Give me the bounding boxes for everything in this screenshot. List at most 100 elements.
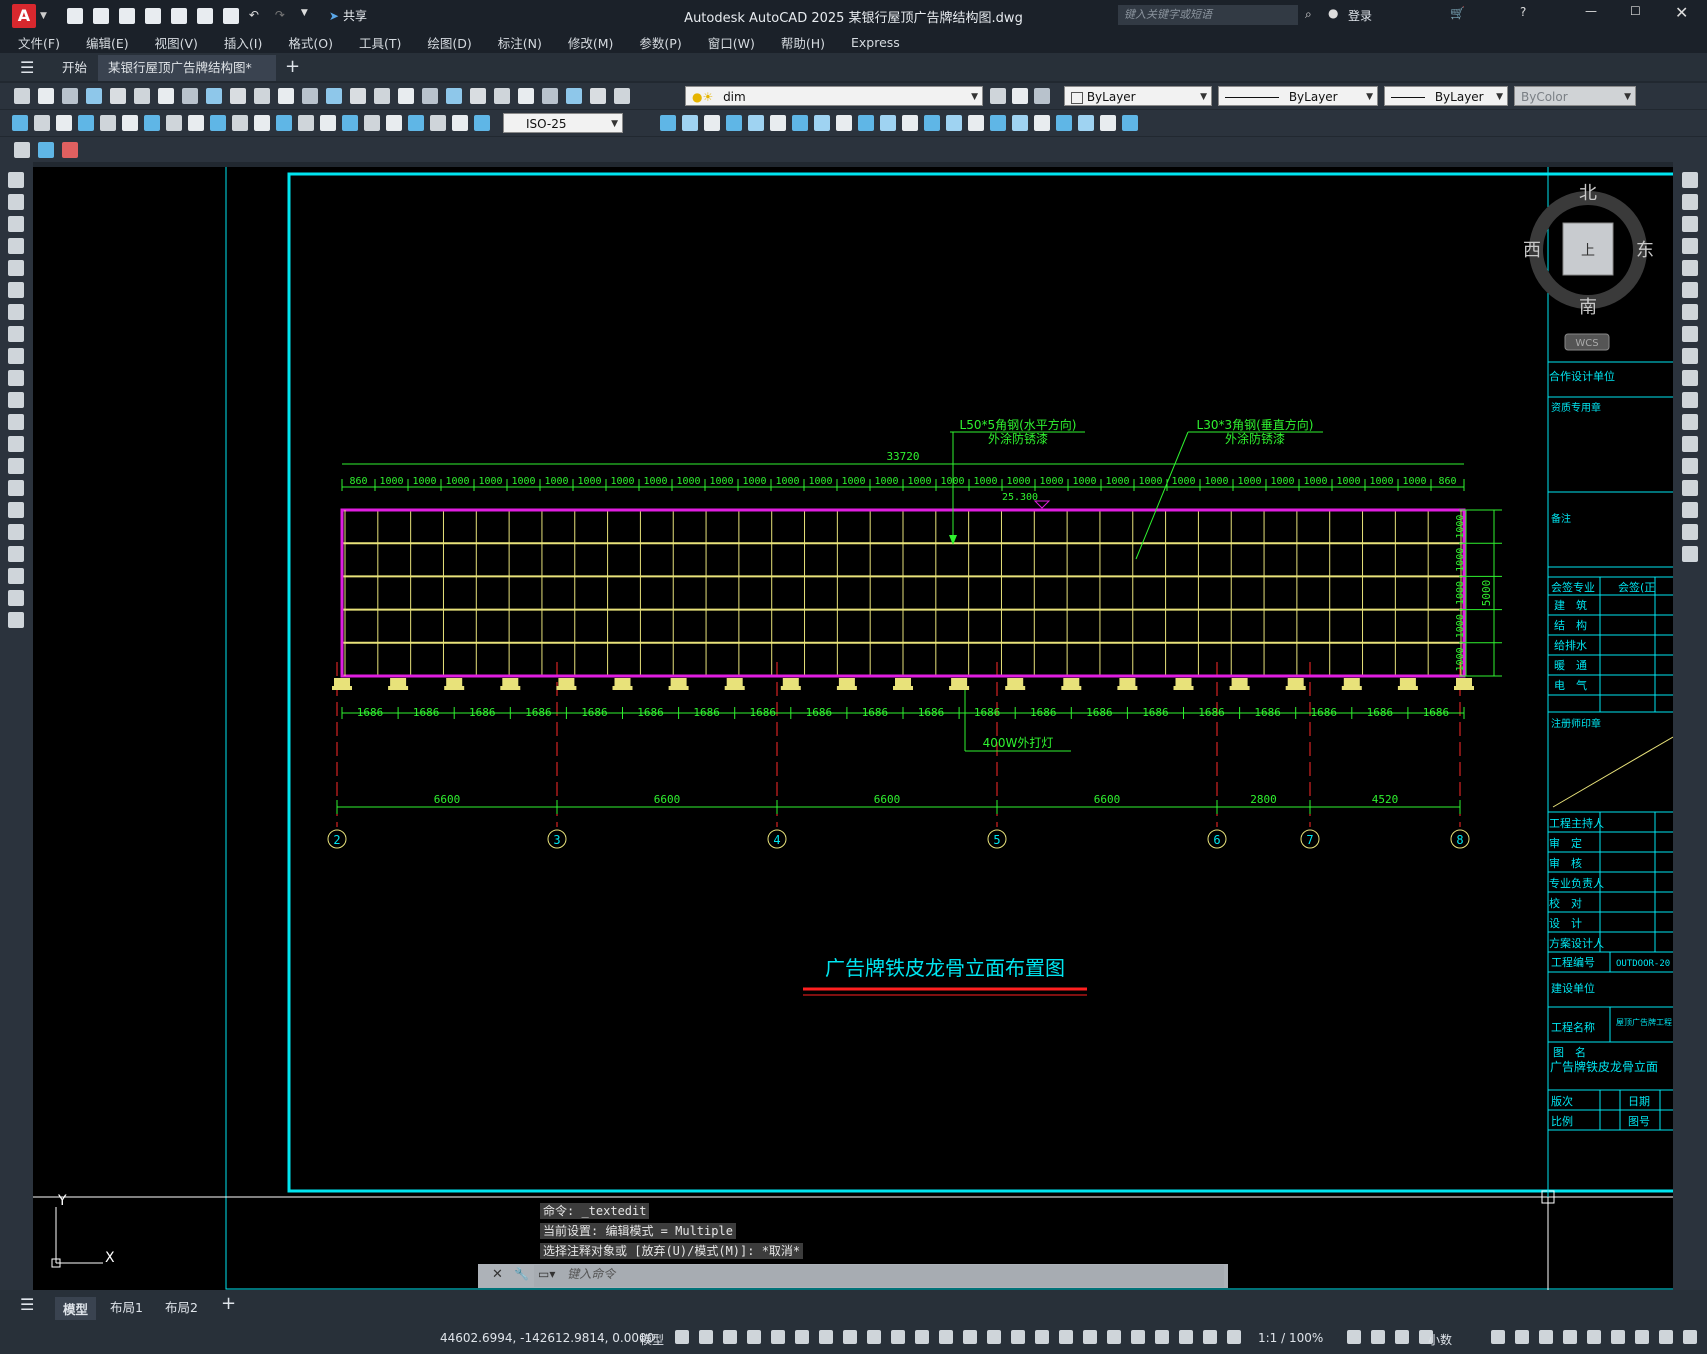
- customize-icon[interactable]: ▼: [301, 8, 317, 24]
- draw-tool-icon[interactable]: [8, 524, 24, 540]
- open-icon[interactable]: [92, 7, 109, 24]
- tool-icon[interactable]: [276, 115, 292, 131]
- tool-icon[interactable]: [430, 115, 446, 131]
- make-block-icon[interactable]: [38, 142, 54, 158]
- status-toggle-icon[interactable]: [1131, 1330, 1145, 1344]
- tool-icon[interactable]: [374, 88, 390, 104]
- draw-tool-icon[interactable]: [8, 458, 24, 474]
- draw-tool-icon[interactable]: [8, 172, 24, 188]
- tool-icon[interactable]: [166, 115, 182, 131]
- tool-icon[interactable]: [364, 115, 380, 131]
- modify-tool-icon[interactable]: [1682, 546, 1698, 562]
- status-toggle-icon[interactable]: [747, 1330, 761, 1344]
- open-web-icon[interactable]: [170, 7, 187, 24]
- status-toggle-icon[interactable]: [1011, 1330, 1025, 1344]
- status-toggle-icon[interactable]: [1659, 1330, 1673, 1344]
- new-layout-icon[interactable]: +: [221, 1293, 236, 1314]
- insert-block-icon[interactable]: [62, 142, 78, 158]
- viewcube[interactable]: 上 北 南 东 西 WCS: [1523, 183, 1654, 351]
- tool-icon[interactable]: [408, 115, 424, 131]
- menu-item-4[interactable]: 格式(O): [288, 33, 333, 52]
- tab-document[interactable]: 某银行屋顶广告牌结构图* ✕: [98, 55, 276, 101]
- tool-icon[interactable]: [86, 88, 102, 104]
- draw-tool-icon[interactable]: [8, 590, 24, 606]
- tool-icon[interactable]: [14, 88, 30, 104]
- status-toggle-icon[interactable]: [843, 1330, 857, 1344]
- modify-tool-icon[interactable]: [1682, 458, 1698, 474]
- status-toggle-icon[interactable]: [723, 1330, 737, 1344]
- cart-icon[interactable]: 🛒: [1450, 6, 1465, 20]
- tool-icon[interactable]: [62, 88, 78, 104]
- layer-combo[interactable]: ●☀ dim ▼: [685, 86, 983, 106]
- status-toggle-icon[interactable]: [1059, 1330, 1073, 1344]
- draw-tool-icon[interactable]: [8, 436, 24, 452]
- tab-layout2[interactable]: 布局2: [165, 1297, 198, 1316]
- tool-icon[interactable]: [1078, 115, 1094, 131]
- tool-icon[interactable]: [230, 88, 246, 104]
- tool-icon[interactable]: [122, 115, 138, 131]
- status-toggle-icon[interactable]: [891, 1330, 905, 1344]
- menu-item-0[interactable]: 文件(F): [18, 33, 60, 52]
- customize-command-icon[interactable]: 🔧: [514, 1267, 529, 1281]
- annotation-scale[interactable]: 1:1 / 100%: [1258, 1331, 1323, 1345]
- close-button[interactable]: ✕: [1675, 3, 1688, 22]
- tool-icon[interactable]: [1056, 115, 1072, 131]
- tool-icon[interactable]: [398, 88, 414, 104]
- share-button[interactable]: 共享: [343, 7, 367, 24]
- draw-tool-icon[interactable]: [8, 612, 24, 628]
- status-toggle-icon[interactable]: [1227, 1330, 1241, 1344]
- tool-icon[interactable]: [254, 115, 270, 131]
- status-toggle-icon[interactable]: [1563, 1330, 1577, 1344]
- status-toggle-icon[interactable]: [1683, 1330, 1697, 1344]
- status-toggle-icon[interactable]: [1083, 1330, 1097, 1344]
- menu-item-10[interactable]: 窗口(W): [708, 33, 755, 52]
- tool-icon[interactable]: [880, 115, 896, 131]
- tool-icon[interactable]: [946, 115, 962, 131]
- draw-tool-icon[interactable]: [8, 304, 24, 320]
- tool-icon[interactable]: [542, 88, 558, 104]
- modify-tool-icon[interactable]: [1682, 326, 1698, 342]
- tool-icon[interactable]: [56, 115, 72, 131]
- tool-icon[interactable]: [1034, 115, 1050, 131]
- model-space-button[interactable]: 模型: [640, 1331, 664, 1348]
- draw-tool-icon[interactable]: [8, 260, 24, 276]
- status-toggle-icon[interactable]: [1491, 1330, 1505, 1344]
- tool-icon[interactable]: [814, 115, 830, 131]
- tool-icon[interactable]: [726, 115, 742, 131]
- menu-item-7[interactable]: 标注(N): [498, 33, 542, 52]
- save-icon[interactable]: [118, 7, 135, 24]
- status-toggle-icon[interactable]: [795, 1330, 809, 1344]
- tool-icon[interactable]: [342, 115, 358, 131]
- modify-tool-icon[interactable]: [1682, 370, 1698, 386]
- tool-icon[interactable]: [158, 88, 174, 104]
- tool-icon[interactable]: [326, 88, 342, 104]
- maximize-button[interactable]: ☐: [1630, 4, 1641, 18]
- plot-icon[interactable]: [222, 7, 239, 24]
- status-toggle-icon[interactable]: [987, 1330, 1001, 1344]
- modify-tool-icon[interactable]: [1682, 480, 1698, 496]
- login-button[interactable]: 登录: [1348, 7, 1372, 24]
- status-toggle-icon[interactable]: [939, 1330, 953, 1344]
- modify-tool-icon[interactable]: [1682, 502, 1698, 518]
- tool-icon[interactable]: [470, 88, 486, 104]
- tool-icon[interactable]: [494, 88, 510, 104]
- tool-icon[interactable]: [188, 115, 204, 131]
- command-input[interactable]: ▭▾ 键入命令: [534, 1265, 1224, 1287]
- status-toggle-icon[interactable]: [1539, 1330, 1553, 1344]
- menu-item-12[interactable]: Express: [851, 35, 900, 50]
- modify-tool-icon[interactable]: [1682, 348, 1698, 364]
- search-icon[interactable]: ⌕: [1305, 7, 1312, 22]
- tool-icon[interactable]: [100, 115, 116, 131]
- draw-tool-icon[interactable]: [8, 568, 24, 584]
- status-toggle-icon[interactable]: [1515, 1330, 1529, 1344]
- dimstyle-combo[interactable]: ISO-25 ▼: [503, 113, 623, 133]
- menu-item-5[interactable]: 工具(T): [359, 33, 401, 52]
- user-icon[interactable]: ●: [1328, 6, 1338, 20]
- tool-icon[interactable]: [210, 115, 226, 131]
- draw-tool-icon[interactable]: [8, 282, 24, 298]
- tool-icon[interactable]: [298, 115, 314, 131]
- lineweight-combo[interactable]: ByLayer ▼: [1384, 86, 1508, 106]
- status-toggle-icon[interactable]: [771, 1330, 785, 1344]
- status-toggle-icon[interactable]: [1635, 1330, 1649, 1344]
- draw-tool-icon[interactable]: [8, 370, 24, 386]
